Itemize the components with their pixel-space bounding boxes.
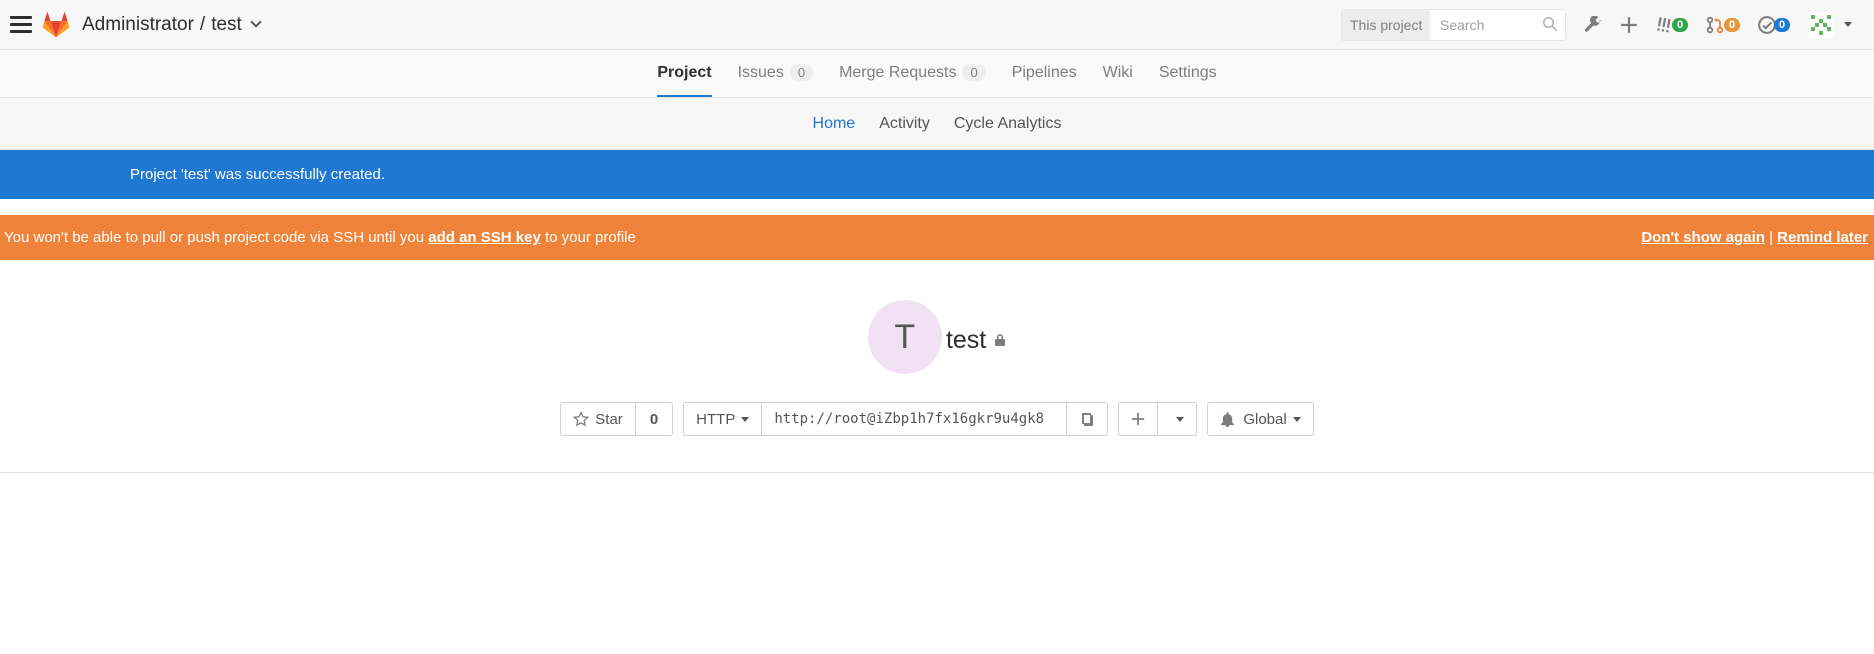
clone-group: HTTP [683,402,1108,436]
add-dropdown-group [1118,402,1197,436]
caret-down-icon [1176,417,1184,422]
breadcrumb[interactable]: Administrator / test [82,14,260,36]
wrench-icon[interactable] [1584,16,1602,34]
header-todos-count: 0 [1774,18,1790,32]
clone-url-input[interactable] [774,403,1054,435]
dont-show-again-link[interactable]: Don't show again [1641,229,1765,246]
breadcrumb-project: test [211,14,242,36]
header-merge-requests-icon[interactable]: 0 [1706,16,1740,34]
tab-merge-requests[interactable]: Merge Requests0 [839,50,986,97]
top-header: Administrator / test This project 0 0 0 [0,0,1874,50]
star-button-group: Star 0 [560,402,673,436]
copy-url-button[interactable] [1066,403,1107,435]
search-container: This project [1341,9,1566,41]
notification-dropdown[interactable]: Global [1207,402,1313,436]
caret-down-icon [1844,22,1852,27]
flash-success: Project 'test' was successfully created. [0,150,1874,199]
add-ssh-key-link[interactable]: add an SSH key [428,229,541,246]
gitlab-logo-icon[interactable] [42,11,70,39]
breadcrumb-owner: Administrator [82,14,194,36]
chevron-down-icon [250,16,261,27]
search-icon [1542,16,1558,32]
tab-wiki[interactable]: Wiki [1103,50,1133,97]
header-issues-icon[interactable]: 0 [1656,16,1688,34]
caret-down-icon [1293,417,1301,422]
header-mr-count: 0 [1724,18,1740,32]
protocol-dropdown[interactable]: HTTP [684,403,761,435]
tab-settings[interactable]: Settings [1159,50,1217,97]
header-todos-icon[interactable]: 0 [1758,16,1790,34]
bell-icon [1220,412,1235,427]
search-scope-label[interactable]: This project [1342,10,1430,40]
subtab-home[interactable]: Home [813,115,856,133]
plus-icon [1131,412,1145,426]
tab-project[interactable]: Project [657,50,711,97]
copy-icon [1079,411,1095,427]
star-count: 0 [635,403,672,435]
user-avatar-icon[interactable] [1808,12,1852,38]
add-button[interactable] [1119,403,1157,435]
flash-ssh-warning: You won't be able to pull or push projec… [0,215,1874,260]
project-buttons: Star 0 HTTP Global [0,402,1874,436]
remind-later-link[interactable]: Remind later [1777,229,1868,246]
add-dropdown-toggle[interactable] [1157,403,1196,435]
plus-icon[interactable] [1620,16,1638,34]
project-avatar: T [868,300,942,374]
hamburger-menu-icon[interactable] [10,12,32,37]
star-button[interactable]: Star [561,403,635,435]
subtab-cycle-analytics[interactable]: Cycle Analytics [954,115,1062,133]
tab-issues[interactable]: Issues0 [738,50,813,97]
clone-url-field[interactable] [761,403,1066,435]
project-home: T test Star 0 HTTP [0,260,1874,473]
star-icon [573,411,589,427]
caret-down-icon [741,417,749,422]
tab-pipelines[interactable]: Pipelines [1012,50,1077,97]
header-issues-count: 0 [1672,18,1688,32]
lock-icon [994,333,1006,347]
project-sub-nav: Home Activity Cycle Analytics [0,98,1874,150]
project-title: test [946,326,1006,355]
project-nav-tabs: Project Issues0 Merge Requests0 Pipeline… [0,50,1874,98]
subtab-activity[interactable]: Activity [879,115,930,133]
